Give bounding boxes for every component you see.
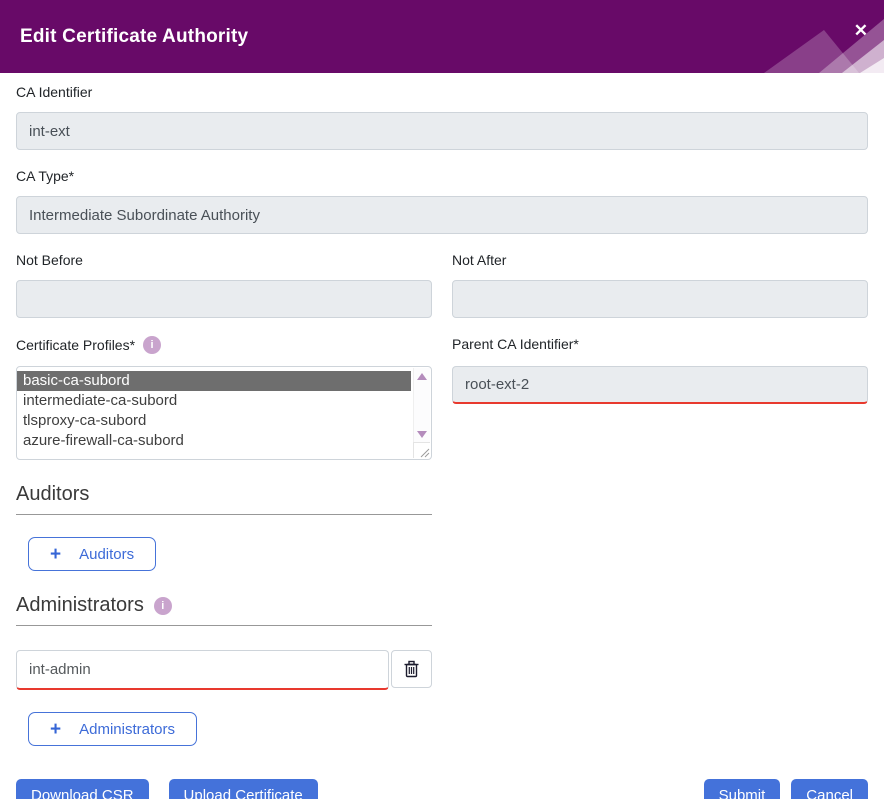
close-icon[interactable]: ✕	[854, 22, 868, 39]
administrators-divider	[16, 625, 432, 626]
auditors-section-title: Auditors	[16, 483, 868, 506]
edit-certificate-authority-dialog: Edit Certificate Authority ✕ CA Identifi…	[0, 0, 884, 799]
dialog-header: Edit Certificate Authority ✕	[0, 0, 884, 73]
not-before-label: Not Before	[16, 252, 432, 268]
dialog-title: Edit Certificate Authority	[20, 26, 248, 48]
ca-type-input	[16, 196, 868, 234]
add-administrators-button[interactable]: + Administrators	[28, 712, 197, 746]
plus-icon: +	[50, 720, 61, 739]
profile-option[interactable]: intermediate-ca-subord	[17, 391, 411, 411]
dialog-body: CA Identifier CA Type* Not Before Not Af…	[0, 73, 884, 799]
certificate-profiles-label: Certificate Profiles*	[16, 337, 135, 353]
not-after-label: Not After	[452, 252, 868, 268]
not-after-input	[452, 280, 868, 318]
plus-icon: +	[50, 545, 61, 564]
profile-option[interactable]: basic-ca-subord	[17, 371, 411, 391]
cancel-button[interactable]: Cancel	[791, 779, 868, 799]
add-auditors-button[interactable]: + Auditors	[28, 537, 156, 571]
submit-button[interactable]: Submit	[704, 779, 781, 799]
upload-certificate-button[interactable]: Upload Certificate	[169, 779, 318, 799]
ca-type-label: CA Type*	[16, 168, 868, 184]
auditors-divider	[16, 514, 432, 515]
profile-option[interactable]: tlsproxy-ca-subord	[17, 411, 411, 431]
download-csr-button[interactable]: Download CSR	[16, 779, 149, 799]
administrators-section-title: Administrators i	[16, 594, 868, 617]
certificate-profiles-listbox[interactable]: basic-ca-subord intermediate-ca-subord t…	[16, 366, 432, 460]
dialog-footer: Download CSR Upload Certificate Submit C…	[16, 779, 868, 799]
trash-icon	[403, 660, 420, 678]
parent-ca-identifier-label: Parent CA Identifier*	[452, 336, 868, 352]
administrators-heading: Administrators	[16, 594, 144, 617]
ca-identifier-input	[16, 112, 868, 150]
administrator-entry-row	[16, 650, 432, 690]
info-icon[interactable]: i	[143, 336, 161, 354]
delete-administrator-button[interactable]	[391, 650, 432, 688]
profile-option[interactable]: azure-firewall-ca-subord	[17, 431, 411, 451]
auditors-heading: Auditors	[16, 483, 89, 506]
info-icon[interactable]: i	[154, 597, 172, 615]
scroll-down-icon[interactable]	[417, 431, 427, 438]
scroll-up-icon[interactable]	[417, 373, 427, 380]
add-administrators-label: Administrators	[79, 721, 175, 738]
parent-ca-identifier-input	[452, 366, 868, 404]
not-before-input	[16, 280, 432, 318]
listbox-scrollbar[interactable]	[413, 368, 430, 442]
ca-identifier-label: CA Identifier	[16, 84, 868, 100]
add-auditors-label: Auditors	[79, 546, 134, 563]
administrator-input[interactable]	[16, 650, 389, 690]
resize-grip-icon[interactable]	[413, 442, 430, 458]
